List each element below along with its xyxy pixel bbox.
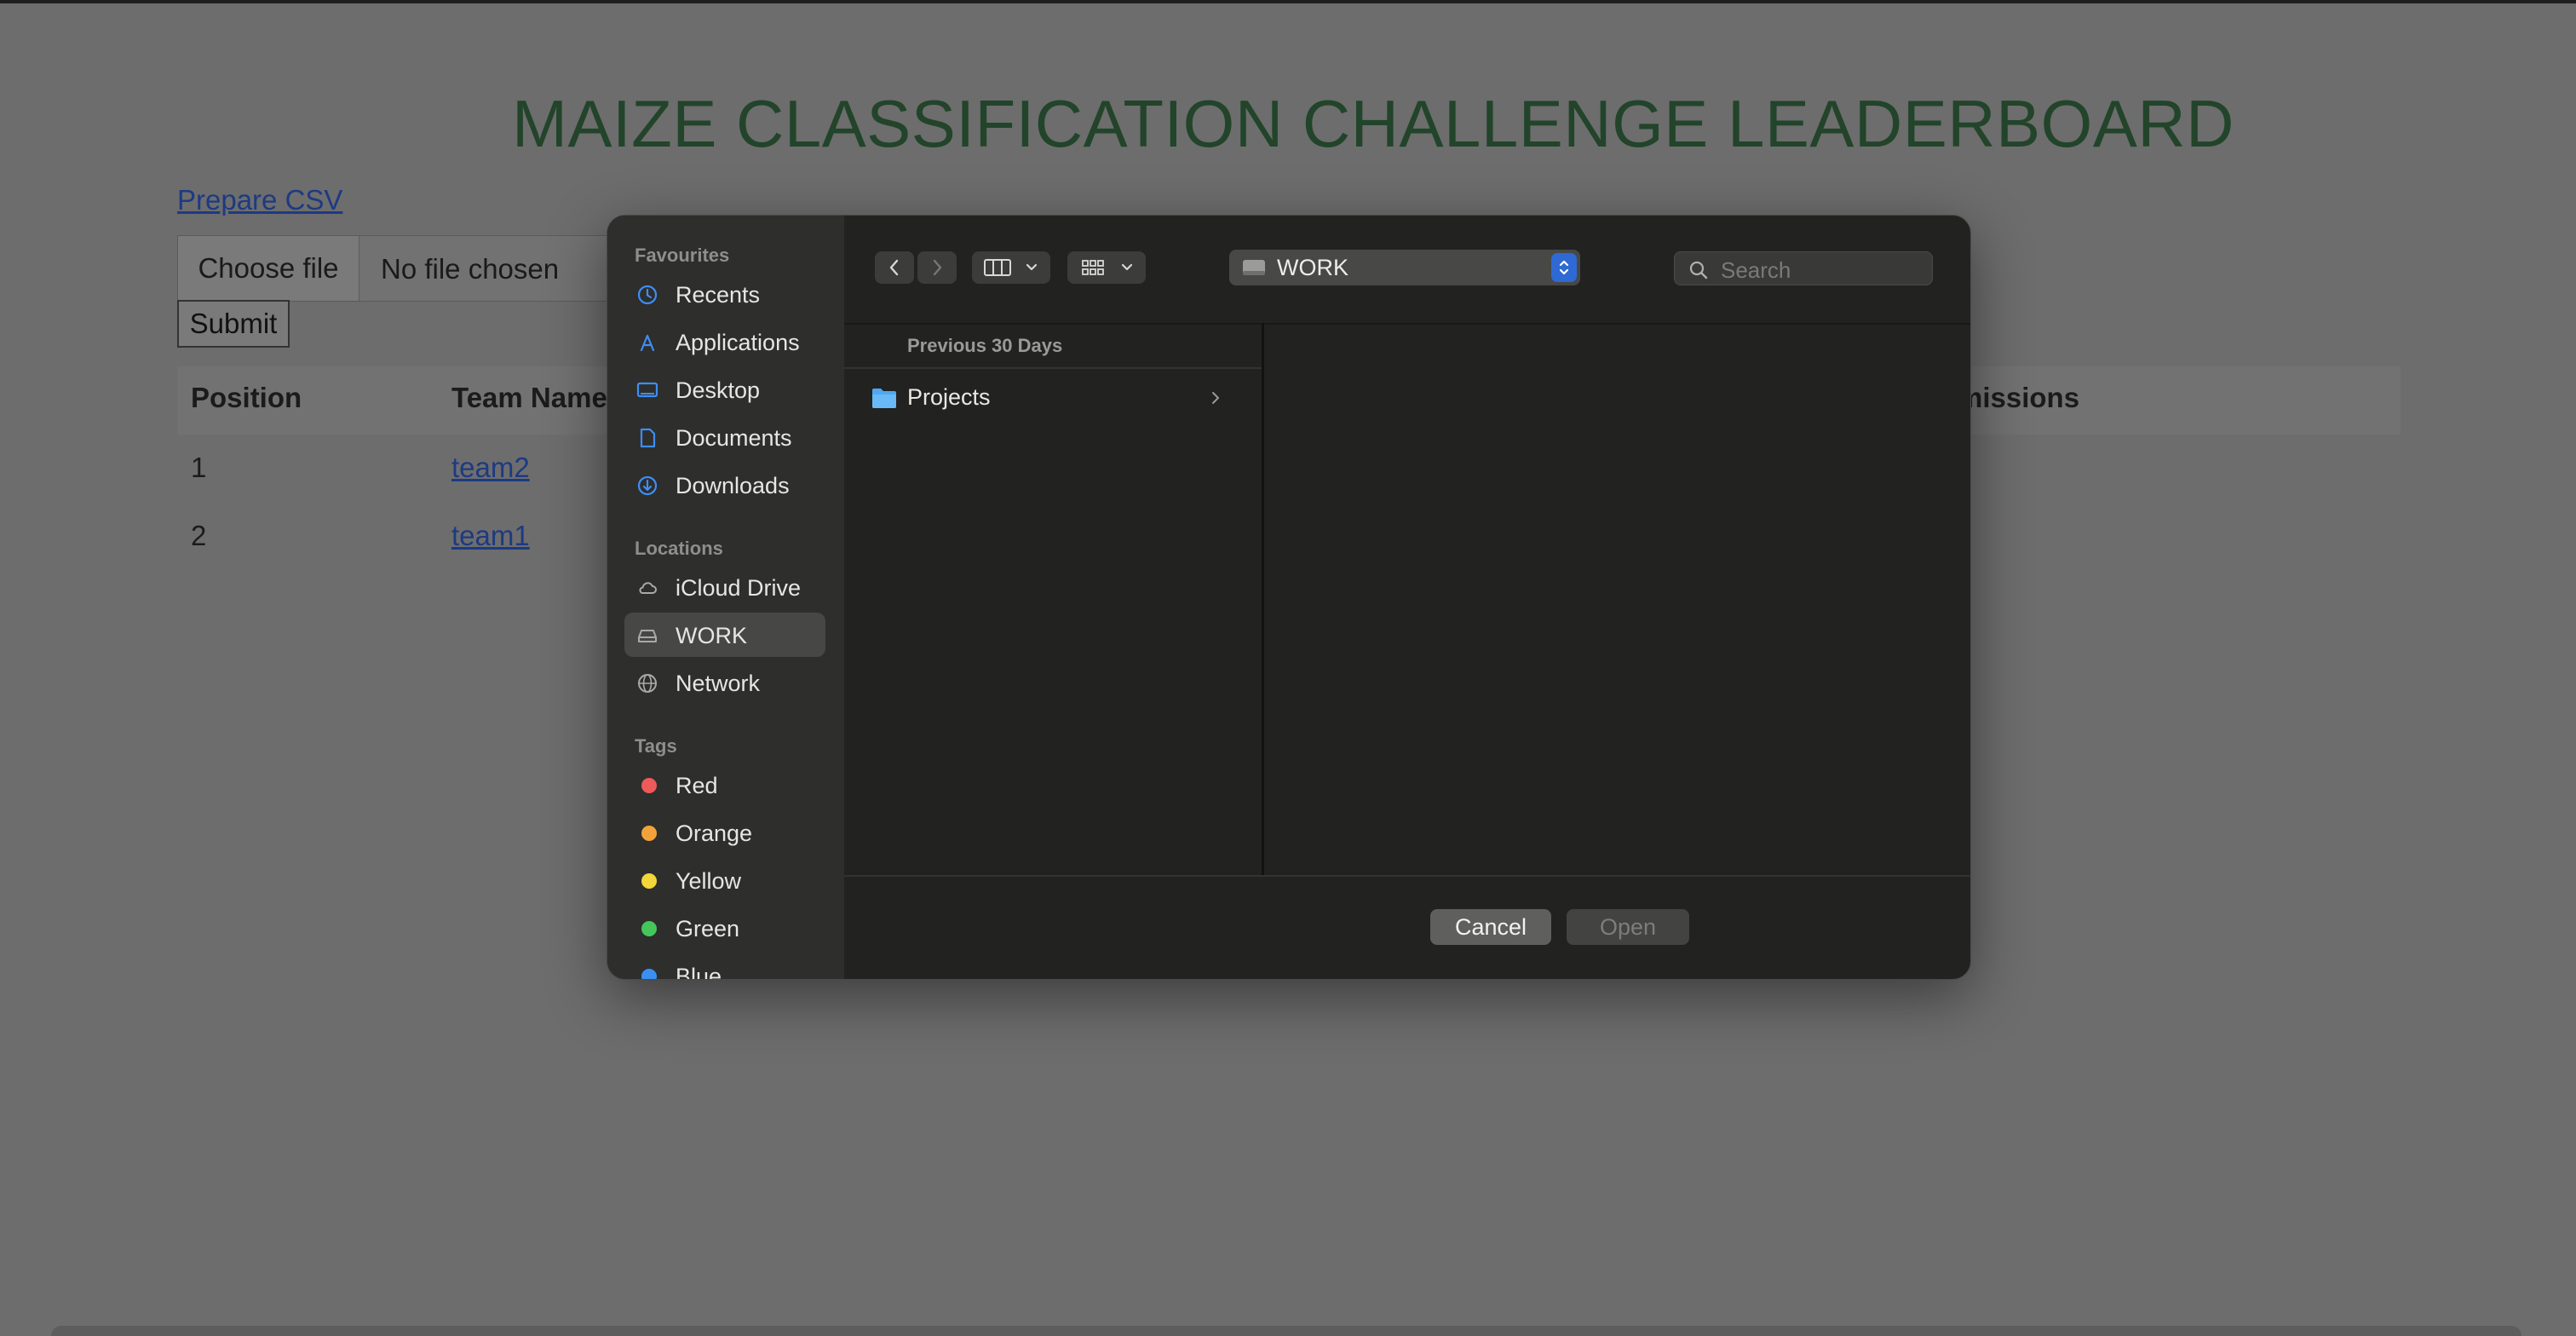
- chevron-down-icon: [1026, 263, 1038, 271]
- sidebar-item-desktop[interactable]: Desktop: [624, 367, 825, 412]
- favourites-heading: Favourites: [635, 245, 730, 266]
- sidebar-item-label: Applications: [676, 330, 800, 355]
- back-button[interactable]: [875, 251, 914, 284]
- file-name: Projects: [907, 384, 991, 410]
- file-input[interactable]: Choose file No file chosen: [177, 235, 622, 302]
- up-down-chevron-icon: [1559, 260, 1569, 275]
- download-icon: [637, 475, 658, 496]
- sidebar-item-applications[interactable]: Applications: [624, 320, 825, 364]
- sidebar-tag-blue[interactable]: Blue: [624, 953, 825, 980]
- sidebar-item-label: Orange: [676, 821, 753, 846]
- sidebar-item-label: WORK: [676, 623, 747, 648]
- submit-button[interactable]: Submit: [177, 300, 290, 348]
- cloud-icon: [639, 582, 657, 594]
- search-input[interactable]: Search: [1674, 251, 1933, 285]
- group-options-button[interactable]: [1067, 251, 1146, 284]
- location-stepper[interactable]: [1551, 253, 1577, 282]
- sidebar-tag-yellow[interactable]: Yellow: [624, 858, 825, 902]
- column-header-position: Position: [191, 382, 302, 413]
- group-header: Previous 30 Days: [907, 335, 1063, 356]
- sidebar-item-downloads[interactable]: Downloads: [624, 463, 825, 507]
- forward-button[interactable]: [917, 251, 957, 284]
- list-item[interactable]: Projects: [844, 376, 1262, 420]
- file-open-dialog: Favourites Recents Applications Desktop …: [607, 215, 1971, 980]
- sidebar-item-label: iCloud Drive: [676, 575, 802, 601]
- sidebar-item-network[interactable]: Network: [624, 660, 825, 705]
- sidebar-tag-red[interactable]: Red: [624, 763, 825, 807]
- column-header-team-name: Team Name: [451, 382, 607, 413]
- toolbar-divider: [844, 323, 1970, 325]
- group-header-divider: [844, 367, 1262, 369]
- row-position: 1: [191, 452, 207, 483]
- document-icon: [640, 428, 656, 448]
- sidebar-item-label: Green: [676, 916, 740, 942]
- sidebar-tag-green[interactable]: Green: [624, 906, 825, 950]
- team-link[interactable]: team2: [451, 452, 530, 484]
- locations-heading: Locations: [635, 538, 723, 559]
- search-placeholder: Search: [1721, 257, 1791, 283]
- sidebar-item-label: Recents: [676, 282, 761, 308]
- view-mode-button[interactable]: [972, 251, 1050, 284]
- file-status: No file chosen: [381, 253, 560, 285]
- sidebar-tag-orange[interactable]: Orange: [624, 810, 825, 855]
- network-icon: [638, 674, 657, 693]
- grid-icon: [1082, 260, 1104, 275]
- dialog-main: WORK Search Previous 30 Days Projects Ca…: [844, 216, 1970, 979]
- sidebar-item-label: Documents: [676, 425, 792, 451]
- prepare-csv-link[interactable]: Prepare CSV: [177, 184, 342, 216]
- chevron-right-icon: [933, 259, 942, 276]
- sidebar-item-recents[interactable]: Recents: [624, 272, 825, 316]
- team-link[interactable]: team1: [451, 520, 530, 552]
- sidebar-item-work[interactable]: WORK: [624, 613, 825, 657]
- sidebar-item-icloud-drive[interactable]: iCloud Drive: [624, 565, 825, 609]
- footer-divider: [844, 875, 1970, 877]
- applications-icon: [640, 334, 655, 352]
- choose-file-button[interactable]: Choose file: [178, 236, 359, 301]
- row-position: 2: [191, 520, 207, 551]
- drive-icon: [638, 630, 657, 642]
- sidebar-item-label: Red: [676, 773, 718, 798]
- sidebar-item-documents[interactable]: Documents: [624, 415, 825, 459]
- chevron-right-icon: [1212, 392, 1219, 404]
- bottom-edge: [51, 1326, 2521, 1336]
- sidebar-item-label: Downloads: [676, 473, 790, 498]
- dialog-sidebar: Favourites Recents Applications Desktop …: [607, 216, 844, 979]
- sidebar-item-label: Blue: [676, 964, 722, 980]
- drive-icon: [1243, 260, 1265, 275]
- blue-tag-icon: [641, 969, 657, 979]
- sidebar-item-label: Network: [676, 671, 761, 696]
- open-button[interactable]: Open: [1567, 909, 1689, 945]
- folder-icon: [872, 389, 896, 408]
- column-header-submissions: missions: [1958, 382, 2080, 413]
- yellow-tag-icon: [641, 873, 657, 889]
- clock-icon: [637, 285, 658, 305]
- location-popup[interactable]: WORK: [1229, 250, 1580, 285]
- page-title: MAIZE CLASSIFICATION CHALLENGE LEADERBOA…: [512, 86, 2234, 161]
- chevron-down-icon: [1121, 263, 1133, 271]
- search-icon: [1689, 261, 1708, 279]
- green-tag-icon: [641, 921, 657, 936]
- desktop-icon: [636, 382, 658, 398]
- sidebar-item-label: Desktop: [676, 377, 761, 403]
- tags-heading: Tags: [635, 735, 677, 757]
- cancel-button[interactable]: Cancel: [1430, 909, 1551, 945]
- columns-view-icon: [984, 259, 1011, 276]
- orange-tag-icon: [641, 826, 657, 841]
- chevron-left-icon: [889, 259, 899, 276]
- column-divider[interactable]: [1262, 323, 1264, 875]
- red-tag-icon: [641, 778, 657, 793]
- sidebar-item-label: Yellow: [676, 868, 742, 894]
- location-label: WORK: [1277, 255, 1348, 280]
